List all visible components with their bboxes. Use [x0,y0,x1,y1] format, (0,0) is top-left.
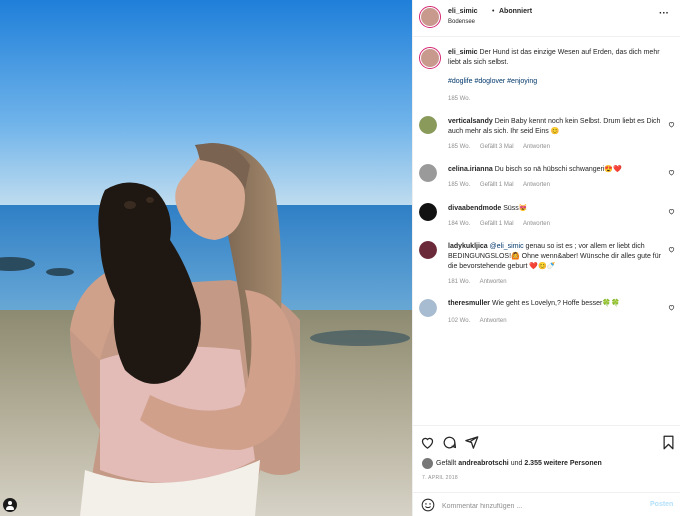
comment-text: divaabendmode Süss😻 [448,204,663,214]
location-link[interactable]: Bodensee [448,19,475,25]
bookmark-icon[interactable] [661,435,676,450]
comment-likes[interactable]: Gefällt 3 Mal [480,144,514,150]
photo-image [0,0,412,516]
heart-icon[interactable] [420,435,435,450]
comment-time[interactable]: 181 Wo. [448,279,470,285]
comment-reply-button[interactable]: Antworten [523,221,550,227]
comment-meta: 181 Wo. Antworten [448,279,515,285]
caption-username[interactable]: eli_simic [448,49,478,56]
comment-meta: 185 Wo. Gefällt 1 Mal Antworten [448,182,558,188]
caption-text: eli_simic Der Hund ist das einzige Wesen… [448,48,663,68]
comment-username[interactable]: ladykukljica [448,243,488,250]
likes-text: Gefällt andreabrotschi und 2.355 weitere… [436,460,602,467]
comment-time[interactable]: 184 Wo. [448,221,470,227]
comment-likes[interactable]: Gefällt 1 Mal [480,182,514,188]
caption-body: Der Hund ist das einzige Wesen auf Erden… [448,49,660,66]
comment-meta: 185 Wo. Gefällt 3 Mal Antworten [448,144,558,150]
caption-time[interactable]: 185 Wo. [448,96,470,102]
comment-likes[interactable]: Gefällt 1 Mal [480,221,514,227]
smiley-icon[interactable] [421,498,435,512]
comment-heart-icon[interactable] [668,169,675,176]
comment-avatar[interactable] [419,203,437,221]
comment-time[interactable]: 102 Wo. [448,318,470,324]
comment-body: Du bisch so nä hübschi schwangeri😍❤️ [494,166,622,173]
comment-avatar[interactable] [419,299,437,317]
comment-input[interactable] [442,500,622,512]
comment-meta: 184 Wo. Gefällt 1 Mal Antworten [448,221,558,227]
comment-avatar[interactable] [419,241,437,259]
post-comment-button[interactable]: Posten [650,501,673,508]
caption-avatar[interactable] [419,47,441,69]
comment-heart-icon[interactable] [668,304,675,311]
liker-username[interactable]: andreabrotschi [458,460,509,467]
caption-hashtags[interactable]: #doglife #doglover #enjoying [448,78,537,85]
comment-text: verticalsandy Dein Baby kennt noch kein … [448,117,663,137]
caption-meta: 185 Wo. [448,96,478,102]
comment-meta: 102 Wo. Antworten [448,318,515,324]
likes-others[interactable]: 2.355 weitere Personen [524,460,601,467]
comment-body: Süss😻 [503,205,528,212]
author-avatar[interactable] [419,6,441,28]
comment-avatar[interactable] [419,116,437,134]
comment-reply-button[interactable]: Antworten [523,182,550,188]
comment-body: Wie geht es Lovelyn,? Hoffe besser🍀🍀 [491,300,620,307]
post-side-panel: eli_simic • Abonniert Bodensee ··· eli_s… [412,0,680,516]
likes-prefix: Gefällt [436,460,459,467]
comments-list[interactable]: eli_simic Der Hund ist das einzige Wesen… [413,37,680,425]
more-horizontal-icon[interactable]: ··· [659,8,669,19]
comment-heart-icon[interactable] [668,208,675,215]
add-comment-bar: Posten [413,492,680,516]
comment-avatar[interactable] [419,164,437,182]
comment-icon[interactable] [442,435,457,450]
comment-username[interactable]: divaabendmode [448,205,501,212]
comment-time[interactable]: 185 Wo. [448,182,470,188]
separator-dot: • [492,8,495,15]
comment-reply-button[interactable]: Antworten [523,144,550,150]
comment-username[interactable]: verticalsandy [448,118,493,125]
post-header: eli_simic • Abonniert Bodensee ··· [413,0,680,37]
comment-reply-button[interactable]: Antworten [480,279,507,285]
likes-middle: und [508,460,525,467]
post-photo[interactable] [0,0,412,516]
send-icon[interactable] [464,435,479,450]
comment-mention[interactable]: @eli_simic [490,243,524,250]
liker-avatar[interactable] [422,458,433,469]
comment-text: celina.irianna Du bisch so nä hübschi sc… [448,165,663,175]
comment-time[interactable]: 185 Wo. [448,144,470,150]
comment-text: theresmuller Wie geht es Lovelyn,? Hoffe… [448,299,663,309]
post-actions: Gefällt andreabrotschi und 2.355 weitere… [413,425,680,516]
follow-status[interactable]: Abonniert [499,8,532,15]
comment-heart-icon[interactable] [668,121,675,128]
comment-heart-icon[interactable] [668,246,675,253]
tagged-user-icon[interactable] [3,498,17,512]
comment-username[interactable]: celina.irianna [448,166,493,173]
post-date[interactable]: 7. APRIL 2018 [422,475,458,481]
comment-username[interactable]: theresmuller [448,300,490,307]
author-username[interactable]: eli_simic [448,8,478,15]
comment-reply-button[interactable]: Antworten [480,318,507,324]
comment-text: ladykukljica @eli_simic genau so ist es … [448,242,663,272]
